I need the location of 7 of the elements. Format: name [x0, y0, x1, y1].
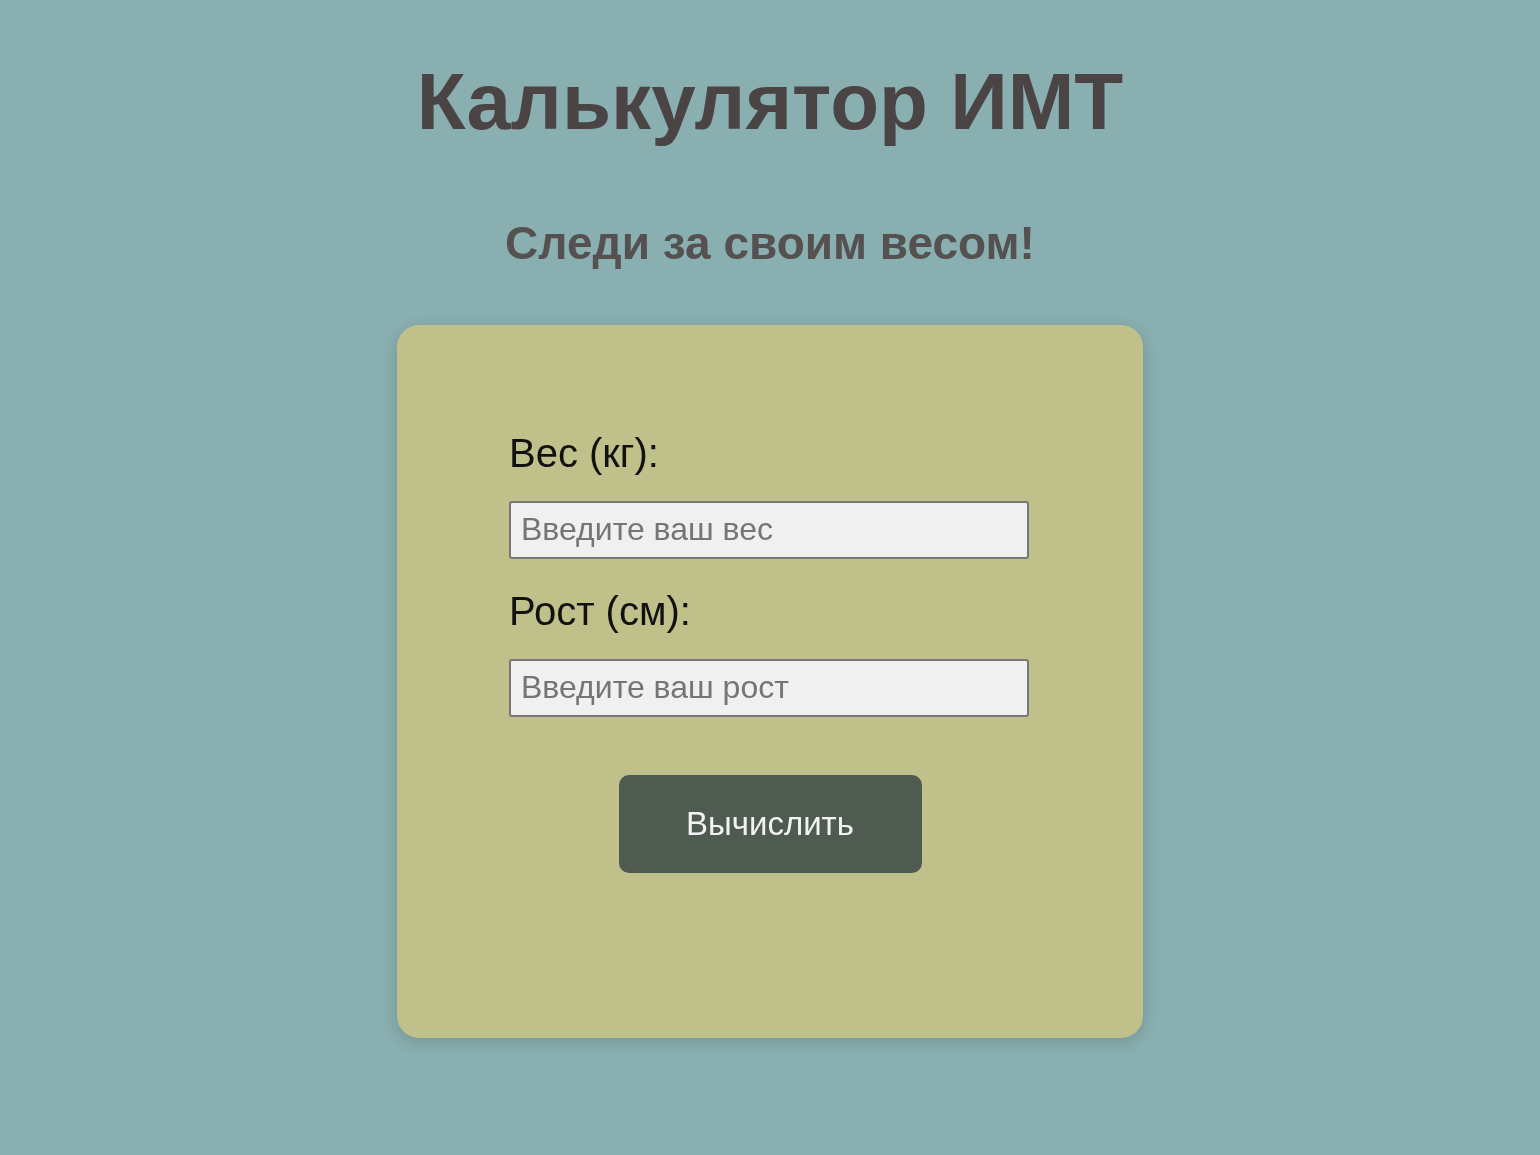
calculate-button[interactable]: Вычислить — [618, 774, 922, 873]
field-label: Вес (кг): — [509, 429, 659, 477]
page-title: Калькулятор ИМТ — [416, 58, 1124, 146]
input-field[interactable]: Введите ваш вес — [509, 500, 1029, 559]
subtitle: Следи за своим весом! — [505, 218, 1035, 269]
input-field[interactable]: Введите ваш рост — [509, 658, 1029, 717]
field-label: Рост (см): — [509, 587, 691, 635]
